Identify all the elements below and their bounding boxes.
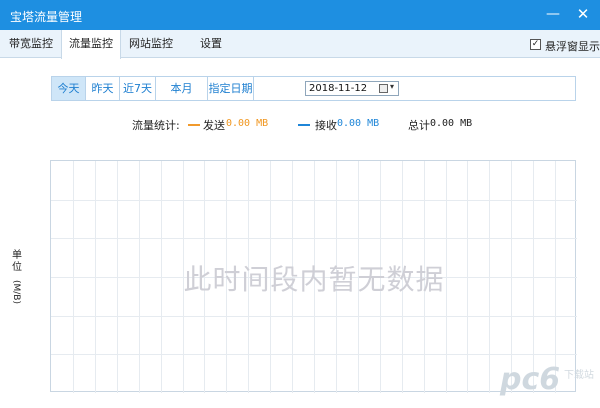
total-label: 总计: [408, 119, 430, 132]
date-filter-bar: 今天 昨天 近7天 本月 指定日期 2018-11-12 ▾: [51, 76, 576, 101]
tab-settings[interactable]: 设置: [182, 30, 240, 58]
float-window-label: 悬浮窗显示: [545, 40, 600, 53]
watermark-logo: pc6: [500, 362, 561, 397]
filter-today-button[interactable]: 今天: [52, 77, 86, 100]
chevron-down-icon[interactable]: ▾: [390, 82, 394, 91]
minimize-button[interactable]: —: [542, 3, 564, 25]
calendar-icon[interactable]: [379, 84, 388, 93]
date-picker-input[interactable]: 2018-11-12 ▾: [305, 81, 399, 96]
send-value: 0.00 MB: [226, 118, 269, 129]
send-label: 发送: [203, 119, 225, 132]
y-axis-unit-label: 单位: [12, 250, 22, 273]
date-value: 2018-11-12: [309, 83, 368, 94]
traffic-stats-label: 流量统计:: [132, 119, 180, 132]
tab-traffic-monitor[interactable]: 流量监控: [61, 30, 121, 59]
send-legend-line: [188, 124, 200, 126]
total-value: 0.00 MB: [430, 118, 473, 129]
window-title: 宝塔流量管理: [10, 10, 83, 24]
title-bar: 宝塔流量管理 — ✕: [0, 0, 600, 30]
filter-this-month-button[interactable]: 本月: [156, 77, 208, 100]
receive-label: 接收: [315, 119, 337, 132]
y-axis-unit-value: (M/B): [11, 280, 21, 304]
filter-last7days-button[interactable]: 近7天: [120, 77, 156, 100]
receive-value: 0.00 MB: [337, 118, 380, 129]
filter-specific-date-button[interactable]: 指定日期: [208, 77, 254, 100]
no-data-message: 此时间段内暂无数据: [183, 263, 445, 296]
receive-legend-line: [298, 124, 310, 126]
watermark: pc6 下载站: [500, 362, 596, 402]
y-axis-unit: 单位 (M/B): [10, 250, 24, 304]
tab-bar: 带宽监控 流量监控 网站监控 设置: [0, 30, 600, 59]
tab-website-monitor[interactable]: 网站监控: [122, 30, 180, 58]
float-window-checkbox[interactable]: ✓: [530, 39, 541, 50]
traffic-chart-area: 此时间段内暂无数据: [50, 160, 577, 393]
watermark-sub: 下载站: [564, 370, 594, 381]
tab-bandwidth-monitor[interactable]: 带宽监控: [2, 30, 60, 58]
filter-yesterday-button[interactable]: 昨天: [86, 77, 120, 100]
close-button[interactable]: ✕: [572, 3, 594, 25]
